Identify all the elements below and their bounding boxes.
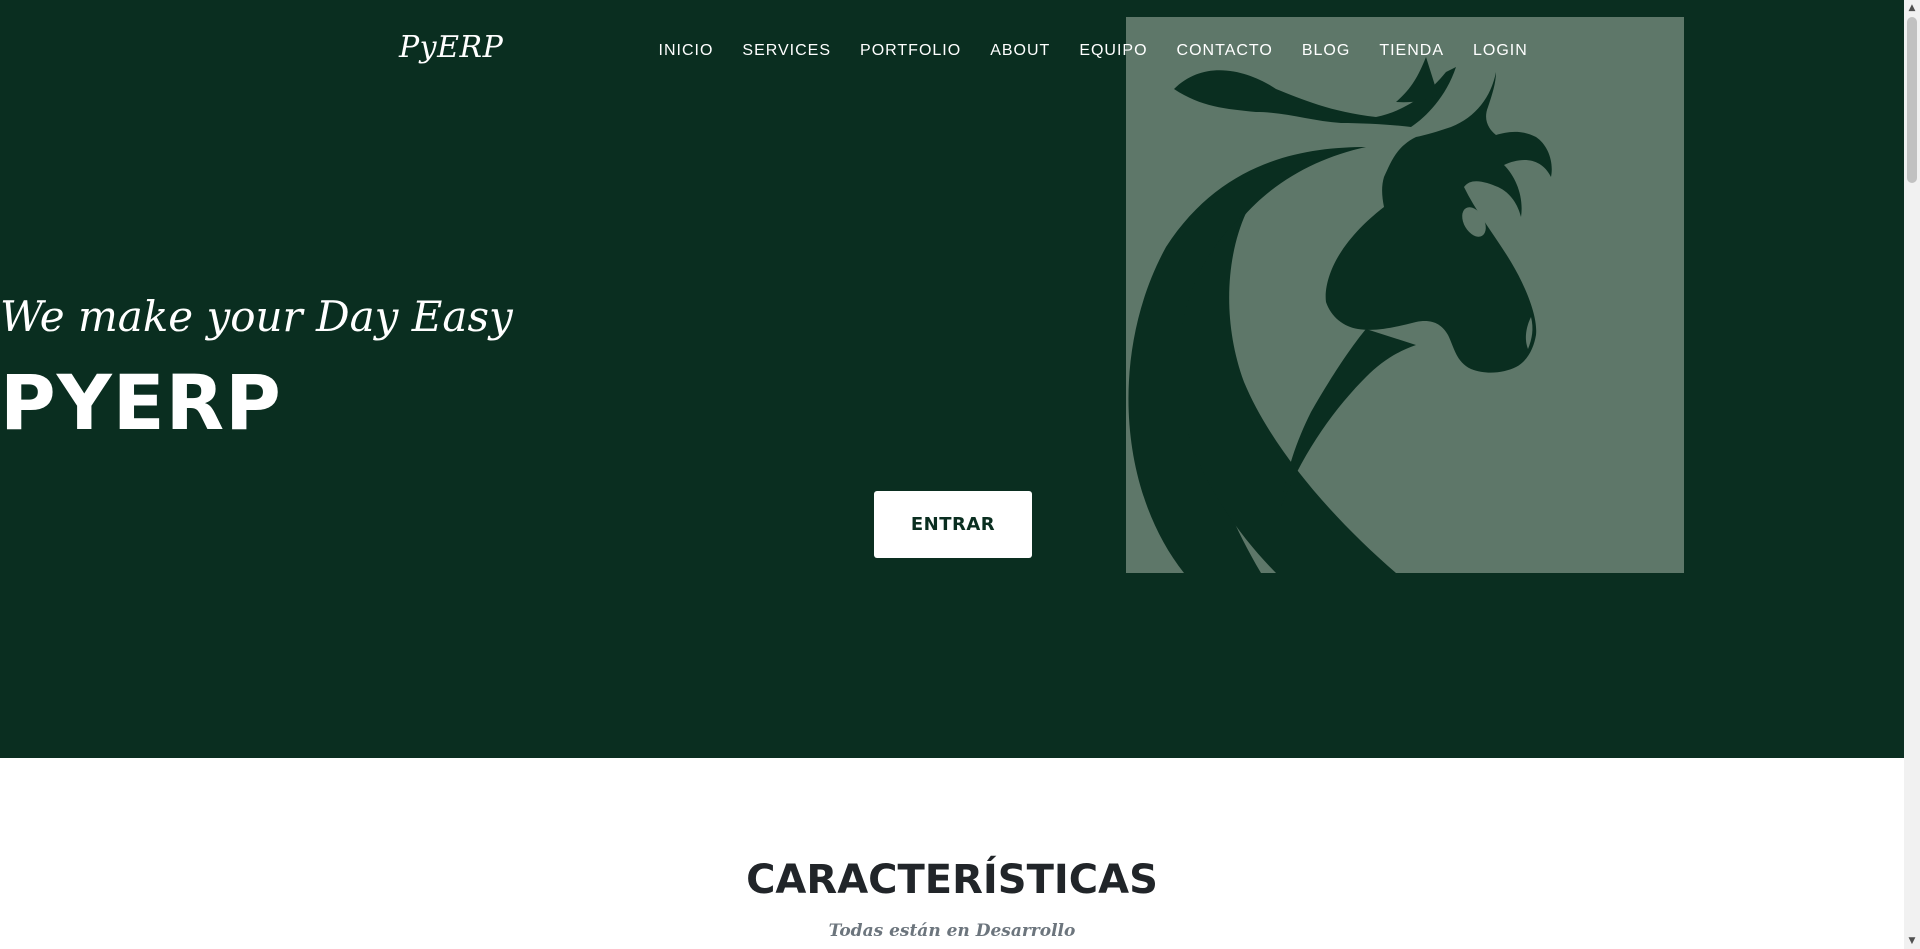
hero-heading: PYERP xyxy=(0,358,282,447)
nav-link-tienda[interactable]: TIENDA xyxy=(1365,39,1459,63)
nav-item-about: ABOUT xyxy=(976,39,1065,63)
nav-link-contacto[interactable]: CONTACTO xyxy=(1162,39,1287,63)
scroll-up-arrow-icon[interactable]: ▲ xyxy=(1904,0,1920,16)
section-subheading: Todas están en Desarrollo xyxy=(828,921,1076,941)
nav-menu: INICIO SERVICES PORTFOLIO ABOUT EQUIPO C… xyxy=(644,39,1542,63)
scroll-down-arrow-icon[interactable]: ▼ xyxy=(1904,933,1920,949)
hero-section: PyERP INICIO SERVICES PORTFOLIO ABOUT EQ… xyxy=(0,0,1904,758)
nav-item-portfolio: PORTFOLIO xyxy=(846,39,976,63)
nav-link-about[interactable]: ABOUT xyxy=(976,39,1065,63)
main-navbar: PyERP INICIO SERVICES PORTFOLIO ABOUT EQ… xyxy=(0,0,1904,100)
enter-button[interactable]: ENTRAR xyxy=(874,491,1032,558)
page-scrollbar[interactable]: ▲ ▼ xyxy=(1904,0,1920,949)
brand-logo[interactable]: PyERP xyxy=(399,30,503,65)
nav-item-blog: BLOG xyxy=(1287,39,1364,63)
nav-item-login: LOGIN xyxy=(1458,39,1542,63)
nav-link-inicio[interactable]: INICIO xyxy=(644,39,728,63)
nav-item-tienda: TIENDA xyxy=(1365,39,1459,63)
nav-link-services[interactable]: SERVICES xyxy=(728,39,846,63)
nav-link-portfolio[interactable]: PORTFOLIO xyxy=(846,39,976,63)
scroll-thumb[interactable] xyxy=(1907,17,1917,183)
section-heading: CARACTERÍSTICAS xyxy=(746,857,1158,903)
features-section: CARACTERÍSTICAS Todas están en Desarroll… xyxy=(0,758,1904,949)
nav-item-contacto: CONTACTO xyxy=(1162,39,1287,63)
page: PyERP INICIO SERVICES PORTFOLIO ABOUT EQ… xyxy=(0,0,1920,949)
nav-item-inicio: INICIO xyxy=(644,39,728,63)
nav-link-login[interactable]: LOGIN xyxy=(1458,39,1542,63)
nav-link-blog[interactable]: BLOG xyxy=(1287,39,1364,63)
hero-subheading: We make your Day Easy xyxy=(0,292,513,341)
nav-item-equipo: EQUIPO xyxy=(1065,39,1162,63)
nav-link-equipo[interactable]: EQUIPO xyxy=(1065,39,1162,63)
nav-item-services: SERVICES xyxy=(728,39,846,63)
